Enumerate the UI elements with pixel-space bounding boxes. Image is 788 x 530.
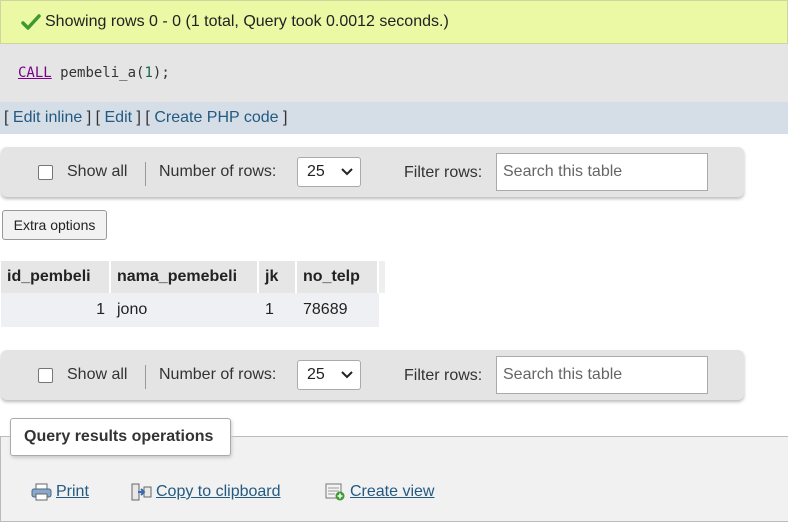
copy-to-clipboard-link[interactable]: Copy to clipboard: [131, 483, 281, 501]
row-pad: [379, 293, 385, 327]
number-of-rows-value: 25: [307, 366, 325, 383]
edit-inline-link[interactable]: Edit inline: [13, 109, 82, 126]
copy-clipboard-icon: [131, 483, 152, 501]
cell-jk[interactable]: 1: [259, 293, 297, 327]
print-label: Print: [56, 483, 89, 500]
table-row: 1 jono 1 78689: [1, 293, 385, 327]
sql-procedure: pembeli_a: [60, 65, 137, 81]
cell-no-telp[interactable]: 78689: [297, 293, 379, 327]
show-all-label[interactable]: Show all: [67, 163, 127, 181]
number-of-rows-select[interactable]: 25: [297, 157, 361, 187]
sql-keyword[interactable]: CALL: [18, 65, 52, 81]
sql-argument: 1: [144, 65, 153, 81]
create-view-icon: [325, 483, 345, 501]
filter-rows-input[interactable]: [496, 153, 708, 191]
cell-id-pembeli[interactable]: 1: [1, 293, 111, 327]
navigation-bar-top: Show all Number of rows: 25 Filter rows:: [1, 147, 744, 197]
create-view-link[interactable]: Create view: [325, 483, 434, 501]
separator: [145, 365, 146, 389]
printer-icon: [31, 483, 52, 501]
filter-rows-input[interactable]: [496, 356, 708, 394]
column-header-jk[interactable]: jk: [259, 261, 297, 293]
chevron-down-icon: [341, 371, 353, 379]
navigation-bar-bottom: Show all Number of rows: 25 Filter rows:: [1, 350, 744, 400]
show-all-checkbox[interactable]: [38, 165, 53, 180]
create-php-code-link[interactable]: Create PHP code: [154, 109, 278, 126]
column-header-id-pembeli[interactable]: id_pembeli: [1, 261, 111, 293]
results-table: id_pembeli nama_pemebeli jk no_telp 1 jo…: [1, 261, 385, 327]
check-icon: [21, 12, 41, 32]
show-all-checkbox[interactable]: [38, 368, 53, 383]
chevron-down-icon: [341, 168, 353, 176]
number-of-rows-select[interactable]: 25: [297, 360, 361, 390]
print-link[interactable]: Print: [31, 483, 89, 501]
number-of-rows-label: Number of rows:: [159, 366, 277, 383]
query-links-bar: [ Edit inline ] [ Edit ] [ Create PHP co…: [0, 102, 788, 134]
success-message: Showing rows 0 - 0 (1 total, Query took …: [0, 0, 788, 44]
separator: [145, 162, 146, 186]
sql-query-box: CALL pembeli_a(1);: [0, 44, 788, 102]
sql-code[interactable]: CALL pembeli_a(1);: [18, 65, 170, 81]
create-view-label: Create view: [350, 483, 435, 500]
table-header-row: id_pembeli nama_pemebeli jk no_telp: [1, 261, 385, 293]
edit-link[interactable]: Edit: [105, 109, 133, 126]
filter-rows-label: Filter rows:: [404, 367, 483, 384]
header-pad: [379, 261, 385, 293]
filter-rows-label: Filter rows:: [404, 164, 483, 181]
show-all-label[interactable]: Show all: [67, 366, 127, 384]
extra-options-button[interactable]: Extra options: [2, 210, 107, 240]
number-of-rows-label: Number of rows:: [159, 163, 277, 180]
sql-close-paren: );: [152, 65, 170, 81]
cell-nama-pemebeli[interactable]: jono: [111, 293, 259, 327]
column-header-nama-pemebeli[interactable]: nama_pemebeli: [111, 261, 259, 293]
query-results-operations-legend: Query results operations: [10, 418, 231, 456]
column-header-no-telp[interactable]: no_telp: [297, 261, 379, 293]
number-of-rows-value: 25: [307, 163, 325, 180]
copy-to-clipboard-label: Copy to clipboard: [156, 483, 281, 500]
success-text: Showing rows 0 - 0 (1 total, Query took …: [45, 13, 449, 30]
